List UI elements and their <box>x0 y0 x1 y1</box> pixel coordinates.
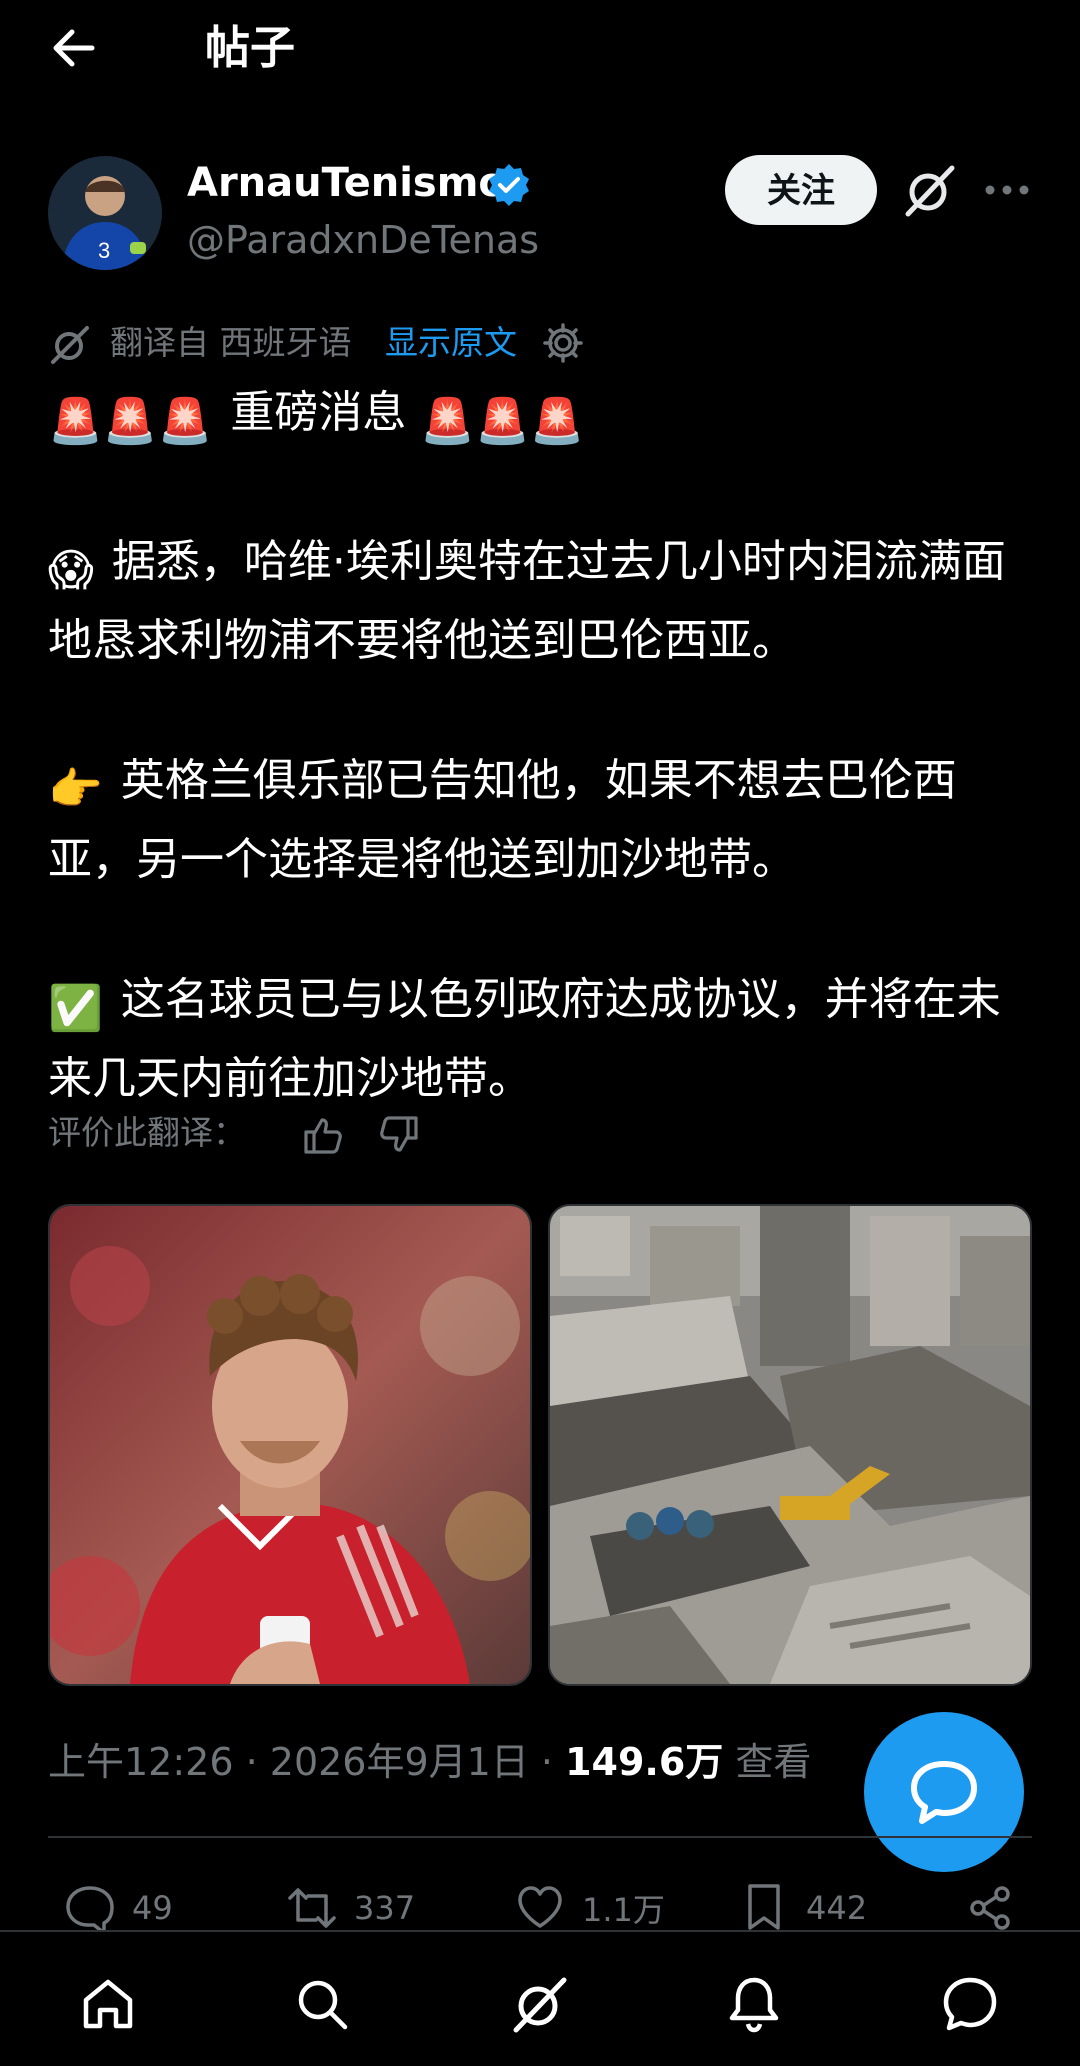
avatar[interactable]: 3 <box>48 156 162 270</box>
repost-button[interactable]: 337 <box>284 1880 415 1936</box>
divider <box>48 1836 1032 1838</box>
share-button[interactable] <box>962 1880 1032 1936</box>
shocked-face-emoji: 😱 <box>48 545 94 596</box>
like-icon <box>512 1880 568 1936</box>
post-image-rubble[interactable] <box>548 1204 1032 1686</box>
view-count: 149.6万 <box>565 1740 724 1784</box>
more-icon[interactable] <box>982 170 1032 210</box>
translate-icon <box>48 322 92 366</box>
post-image-player[interactable] <box>48 1204 532 1686</box>
post-metadata: 上午12:26 · 2026年9月1日 · 149.6万 查看 <box>48 1740 812 1784</box>
gear-icon[interactable] <box>540 320 586 366</box>
show-original-link[interactable]: 显示原文 <box>385 318 517 368</box>
repost-count: 337 <box>354 1889 416 1927</box>
home-icon[interactable] <box>76 1972 140 2036</box>
siren-emoji: 🚨🚨🚨 <box>48 396 213 447</box>
check-mark-emoji: ✅ <box>48 983 103 1034</box>
reply-icon <box>62 1880 118 1936</box>
rate-translation-label: 评价此翻译： <box>48 1113 246 1152</box>
verified-badge-icon <box>486 162 532 208</box>
post-time: 上午12:26 <box>48 1740 234 1784</box>
author-name[interactable]: ArnauTenismo <box>187 157 506 209</box>
thumbs-up-icon[interactable] <box>300 1112 346 1158</box>
repost-icon <box>284 1880 340 1936</box>
page-title: 帖子 <box>205 21 296 74</box>
like-button[interactable]: 1.1万 <box>512 1880 665 1936</box>
post-headline: 🚨🚨🚨 重磅消息 🚨🚨🚨 <box>48 378 1038 457</box>
search-icon[interactable] <box>290 1972 354 2036</box>
reply-button[interactable]: 49 <box>62 1880 173 1936</box>
reply-count: 49 <box>132 1889 173 1927</box>
siren-emoji: 🚨🚨🚨 <box>420 396 585 447</box>
translation-label: 翻译自 西班牙语 <box>110 323 352 362</box>
grok-tab-icon[interactable] <box>508 1972 572 2036</box>
views-label: 查看 <box>735 1740 812 1784</box>
compose-message-icon[interactable] <box>864 1712 1024 1872</box>
messages-icon[interactable] <box>938 1972 1002 2036</box>
bookmark-button[interactable]: 442 <box>736 1880 867 1936</box>
grok-icon[interactable] <box>900 160 960 220</box>
post-paragraph: ✅ 这名球员已与以色列政府达成协议，并将在未来几天内前往加沙地带。 <box>48 974 1001 1104</box>
share-icon <box>962 1880 1018 1936</box>
svg-text:3: 3 <box>98 238 110 263</box>
post-paragraph: 😱 据悉，哈维·埃利奥特在过去几小时内泪流满面地恳求利物浦不要将他送到巴伦西亚。 <box>48 536 1006 666</box>
notifications-icon[interactable] <box>722 1972 786 2036</box>
post-text: 🚨🚨🚨 重磅消息 🚨🚨🚨 😱 据悉，哈维·埃利奥特在过去几小时内泪流满面地恳求利物浦… <box>48 378 1038 1114</box>
follow-button[interactable]: 关注 <box>725 155 877 225</box>
bookmark-count: 442 <box>806 1889 868 1927</box>
thumbs-down-icon[interactable] <box>376 1112 422 1158</box>
post-paragraph: 👉 英格兰俱乐部已告知他，如果不想去巴伦西亚，另一个选择是将他送到加沙地带。 <box>48 755 957 885</box>
author-handle: @ParadxnDeTenas <box>187 218 540 262</box>
like-count: 1.1万 <box>582 1891 665 1929</box>
pointing-hand-emoji: 👉 <box>48 764 103 815</box>
post-date: 2026年9月1日 <box>269 1740 529 1784</box>
bookmark-icon <box>736 1880 792 1936</box>
back-arrow-icon[interactable] <box>44 18 104 78</box>
